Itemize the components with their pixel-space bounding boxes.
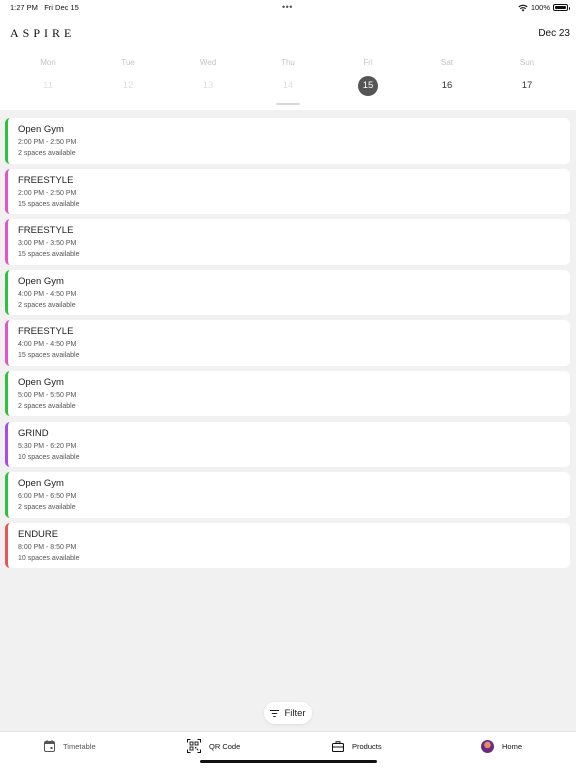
header: ASPIRE Dec 23 bbox=[0, 14, 576, 54]
wifi-icon bbox=[518, 4, 528, 11]
day-number-selected: 15 bbox=[358, 76, 378, 96]
tab-label: Timetable bbox=[63, 741, 96, 751]
day-number: 17 bbox=[521, 80, 533, 91]
day-tue[interactable]: Tue 12 bbox=[88, 54, 168, 110]
class-title: ENDURE bbox=[18, 528, 59, 540]
class-card[interactable]: Open Gym 2:00 PM - 2:50 PM 2 spaces avai… bbox=[5, 118, 570, 164]
class-title: Open Gym bbox=[18, 478, 64, 490]
class-time: 2:00 PM - 2:50 PM bbox=[18, 139, 77, 146]
day-number: 16 bbox=[441, 80, 453, 91]
class-title: FREESTYLE bbox=[18, 174, 74, 186]
class-card[interactable]: FREESTYLE 2:00 PM - 2:50 PM 15 spaces av… bbox=[5, 168, 570, 215]
day-number: 12 bbox=[122, 80, 134, 91]
class-time: 4:00 PM - 4:50 PM bbox=[18, 341, 77, 349]
day-sat[interactable]: Sat 16 bbox=[407, 54, 487, 110]
day-number: 14 bbox=[282, 80, 294, 91]
class-card[interactable]: Open Gym 4:00 PM - 4:50 PM 2 spaces avai… bbox=[5, 269, 570, 316]
class-time: 8:00 PM - 8:50 PM bbox=[18, 543, 77, 551]
day-wed[interactable]: Wed 13 bbox=[168, 54, 248, 110]
status-time: 1:27 PM Fri Dec 15 bbox=[10, 3, 79, 12]
status-bar: 1:27 PM Fri Dec 15 ••• 100% bbox=[0, 0, 576, 14]
day-number: 11 bbox=[43, 80, 53, 91]
day-fri[interactable]: Fri 15 bbox=[328, 54, 408, 110]
day-name: Mon bbox=[40, 58, 56, 67]
class-card[interactable]: FREESTYLE 3:00 PM - 3:50 PM 15 spaces av… bbox=[5, 219, 570, 265]
tab-timetable[interactable]: Timetable bbox=[44, 739, 96, 753]
day-name: Sun bbox=[519, 58, 535, 67]
class-time: 6:00 PM - 6:50 PM bbox=[18, 493, 77, 501]
home-indicator bbox=[200, 760, 377, 763]
battery-icon bbox=[553, 4, 570, 11]
class-title: GRIND bbox=[18, 427, 49, 439]
tab-label: QR Code bbox=[209, 741, 241, 751]
class-spaces: 2 spaces available bbox=[18, 301, 76, 309]
class-time: 5:00 PM - 5:50 PM bbox=[18, 391, 77, 399]
filter-button[interactable]: Filter bbox=[264, 702, 312, 724]
class-title: Open Gym bbox=[18, 124, 64, 135]
battery-percentage: 100% bbox=[530, 3, 550, 12]
status-indicators: 100% bbox=[518, 3, 570, 12]
class-spaces: 15 spaces available bbox=[18, 251, 80, 259]
filter-label: Filter bbox=[284, 707, 306, 719]
class-card[interactable]: Open Gym 6:00 PM - 6:50 PM 2 spaces avai… bbox=[5, 472, 570, 518]
class-card[interactable]: Open Gym 5:00 PM - 5:50 PM 2 spaces avai… bbox=[5, 370, 570, 417]
calendar-icon bbox=[44, 740, 55, 752]
day-mon[interactable]: Mon 11 bbox=[8, 54, 88, 110]
class-spaces: 2 spaces available bbox=[18, 150, 76, 157]
class-spaces: 15 spaces available bbox=[18, 352, 80, 360]
day-name: Tue bbox=[121, 58, 135, 67]
week-strip: Mon 11 Tue 12 Wed 13 Thu 14 Fri 15 Sat 1… bbox=[0, 54, 576, 110]
tab-qr-code[interactable]: QR Code bbox=[187, 739, 240, 753]
tab-home[interactable]: Home bbox=[481, 739, 522, 753]
day-name: Thu bbox=[281, 58, 295, 67]
multitasking-dots-icon[interactable]: ••• bbox=[282, 2, 293, 12]
class-title: Open Gym bbox=[18, 376, 64, 388]
class-spaces: 2 spaces available bbox=[18, 504, 76, 512]
class-title: Open Gym bbox=[18, 275, 64, 287]
day-thu[interactable]: Thu 14 bbox=[248, 54, 328, 110]
day-name: Sat bbox=[440, 58, 453, 67]
class-list: Open Gym 2:00 PM - 2:50 PM 2 spaces avai… bbox=[5, 118, 570, 573]
day-sun[interactable]: Sun 17 bbox=[487, 54, 567, 110]
logo: ASPIRE bbox=[10, 26, 76, 40]
class-card[interactable]: GRIND 5:30 PM - 6:20 PM 10 spaces availa… bbox=[5, 421, 570, 468]
class-time: 3:00 PM - 3:50 PM bbox=[18, 240, 77, 248]
qr-code-icon bbox=[187, 739, 201, 753]
class-title: FREESTYLE bbox=[18, 326, 74, 338]
day-name: Fri bbox=[363, 58, 373, 67]
avatar bbox=[481, 739, 494, 753]
class-title: FREESTYLE bbox=[18, 225, 74, 237]
class-spaces: 10 spaces available bbox=[18, 453, 80, 461]
filter-icon bbox=[270, 709, 280, 717]
tab-label: Products bbox=[352, 741, 382, 751]
week-strip-handle[interactable] bbox=[276, 103, 300, 105]
briefcase-icon bbox=[332, 740, 344, 752]
class-card[interactable]: ENDURE 8:00 PM - 8:50 PM 10 spaces avail… bbox=[5, 522, 570, 569]
tab-products[interactable]: Products bbox=[332, 739, 382, 753]
header-date[interactable]: Dec 23 bbox=[538, 28, 570, 39]
tab-label: Home bbox=[502, 741, 523, 751]
day-number: 13 bbox=[202, 80, 214, 91]
class-time: 2:00 PM - 2:50 PM bbox=[18, 189, 77, 197]
day-name: Wed bbox=[199, 58, 217, 67]
class-time: 4:00 PM - 4:50 PM bbox=[18, 290, 77, 298]
class-spaces: 10 spaces available bbox=[18, 554, 80, 562]
class-card[interactable]: FREESTYLE 4:00 PM - 4:50 PM 15 spaces av… bbox=[5, 320, 570, 366]
class-time: 5:30 PM - 6:20 PM bbox=[18, 442, 77, 450]
class-spaces: 2 spaces available bbox=[18, 402, 76, 410]
class-spaces: 15 spaces available bbox=[18, 200, 80, 208]
